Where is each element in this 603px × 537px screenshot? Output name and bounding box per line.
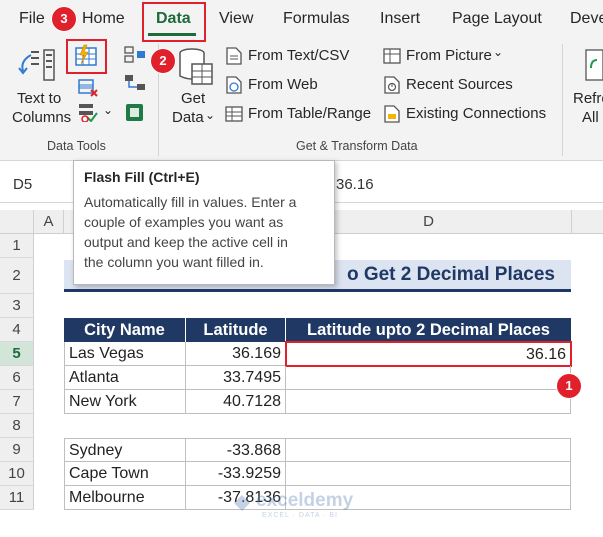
header-latitude[interactable]: Latitude: [186, 318, 286, 342]
row-header-11[interactable]: 11: [0, 486, 34, 510]
get-data-dropdown-icon[interactable]: ⌄: [205, 108, 215, 122]
from-picture-button[interactable]: From Picture: [406, 47, 492, 64]
exceldemy-logo-icon: [234, 495, 250, 511]
watermark-tagline: EXCEL · DATA · BI: [262, 512, 338, 519]
badge-3: 3: [51, 6, 77, 32]
col-header-empty[interactable]: [572, 210, 603, 234]
existing-connections-button[interactable]: Existing Connections: [406, 105, 546, 122]
recent-sources-icon: [384, 76, 400, 94]
cell-c5[interactable]: 36.169: [186, 342, 286, 366]
select-all-corner[interactable]: [0, 210, 34, 234]
cell-c6[interactable]: 33.7495: [186, 366, 286, 390]
row-header-7[interactable]: 7: [0, 390, 34, 414]
tooltip-line-2: couple of examples you want as: [84, 214, 284, 230]
from-web-icon: [226, 76, 242, 94]
row-header-1[interactable]: 1: [0, 234, 34, 258]
get-data-label-1[interactable]: Get: [181, 90, 205, 107]
row-header-2[interactable]: 2: [0, 258, 34, 294]
cell-c9[interactable]: -33.868: [186, 438, 286, 462]
cell-d6[interactable]: [286, 366, 571, 390]
row-header-9[interactable]: 9: [0, 438, 34, 462]
flash-fill-tooltip: Flash Fill (Ctrl+E) Automatically fill i…: [73, 160, 335, 285]
badge-1: 1: [556, 373, 582, 399]
refresh-all-label-2[interactable]: All: [582, 109, 599, 126]
tooltip-line-3: output and keep the active cell in: [84, 234, 288, 250]
row-header-10[interactable]: 10: [0, 462, 34, 486]
from-web-button[interactable]: From Web: [248, 76, 318, 93]
cell-d9[interactable]: [286, 438, 571, 462]
existing-connections-icon: [384, 105, 400, 123]
row-header-6[interactable]: 6: [0, 366, 34, 390]
cell-b7[interactable]: New York: [64, 390, 186, 414]
data-tab-highlight: [142, 2, 206, 42]
watermark-name: exceldemy: [256, 490, 354, 511]
cell-d5[interactable]: 36.16: [285, 341, 572, 367]
cell-b9[interactable]: Sydney: [64, 438, 186, 462]
from-table-range-button[interactable]: From Table/Range: [248, 105, 371, 122]
name-box[interactable]: D5: [13, 176, 32, 193]
tooltip-line-1: Automatically fill in values. Enter a: [84, 194, 297, 210]
from-text-csv-icon: [226, 47, 242, 65]
text-to-columns-icon: [18, 49, 55, 81]
get-data-icon[interactable]: [176, 46, 216, 90]
manage-data-model-icon[interactable]: [123, 101, 147, 123]
data-validation-icon[interactable]: [77, 102, 99, 122]
remove-duplicates-icon[interactable]: [77, 78, 99, 98]
cell-b6[interactable]: Atlanta: [64, 366, 186, 390]
cell-c10[interactable]: -33.9259: [186, 462, 286, 486]
tooltip-line-4: the column you want filled in.: [84, 254, 264, 270]
col-header-a[interactable]: A: [34, 210, 64, 234]
tab-formulas[interactable]: Formulas: [283, 10, 350, 28]
text-to-columns-label-2[interactable]: Columns: [12, 109, 71, 126]
row-header-4[interactable]: 4: [0, 318, 34, 342]
cell-c7[interactable]: 40.7128: [186, 390, 286, 414]
row-header-8[interactable]: 8: [0, 414, 34, 438]
tab-insert[interactable]: Insert: [380, 10, 420, 28]
text-to-columns-label-1[interactable]: Text to: [17, 90, 61, 107]
from-table-range-icon: [225, 106, 243, 122]
get-transform-group-label: Get & Transform Data: [296, 139, 418, 153]
tab-page-layout[interactable]: Page Layout: [452, 10, 542, 28]
get-data-label-2[interactable]: Data: [172, 109, 204, 126]
tab-view[interactable]: View: [219, 10, 253, 28]
from-text-csv-button[interactable]: From Text/CSV: [248, 47, 349, 64]
consolidate-icon[interactable]: [123, 45, 147, 65]
cell-b11[interactable]: Melbourne: [64, 486, 186, 510]
tab-developer[interactable]: Devel: [570, 10, 603, 28]
refresh-all-label-1[interactable]: Refre: [573, 90, 603, 107]
recent-sources-button[interactable]: Recent Sources: [406, 76, 513, 93]
cell-d10[interactable]: [286, 462, 571, 486]
refresh-all-icon[interactable]: [583, 48, 603, 84]
badge-2: 2: [150, 48, 176, 74]
tab-home[interactable]: Home: [82, 10, 125, 28]
row-header-3[interactable]: 3: [0, 294, 34, 318]
cell-b10[interactable]: Cape Town: [64, 462, 186, 486]
from-picture-dropdown-icon[interactable]: ⌄: [493, 45, 503, 59]
data-tools-group-label: Data Tools: [47, 139, 106, 153]
cell-d7[interactable]: [286, 390, 571, 414]
header-latitude-2dp[interactable]: Latitude upto 2 Decimal Places: [286, 318, 571, 342]
cell-b5[interactable]: Las Vegas: [64, 342, 186, 366]
from-picture-icon: [383, 48, 401, 64]
formula-input[interactable]: 36.16: [336, 176, 374, 193]
ribbon: File Home Data View Formulas Insert Page…: [0, 0, 603, 161]
flash-fill-icon[interactable]: [73, 43, 99, 69]
tab-file[interactable]: File: [19, 10, 45, 28]
tooltip-title: Flash Fill (Ctrl+E): [84, 169, 200, 185]
relationships-icon[interactable]: [123, 73, 147, 93]
header-city-name[interactable]: City Name: [64, 318, 186, 342]
data-validation-dropdown-icon[interactable]: ⌄: [103, 103, 113, 117]
row-header-5[interactable]: 5: [0, 342, 34, 366]
